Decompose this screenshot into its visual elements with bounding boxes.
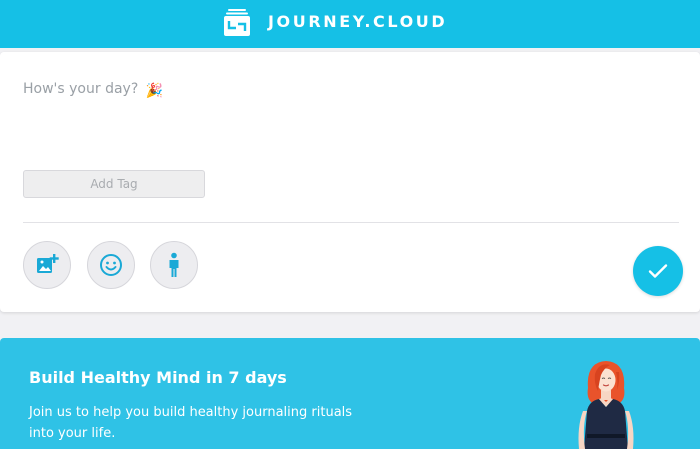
person-icon bbox=[169, 252, 179, 277]
add-photo-button[interactable] bbox=[23, 241, 71, 289]
add-tag-button[interactable]: Add Tag bbox=[23, 170, 205, 198]
activity-button[interactable] bbox=[150, 241, 198, 289]
journey-logo-icon bbox=[224, 9, 250, 36]
image-plus-icon bbox=[37, 254, 59, 273]
promo-banner[interactable]: Build Healthy Mind in 7 days Join us to … bbox=[0, 338, 700, 449]
divider bbox=[23, 222, 679, 223]
entry-text-input[interactable]: How's your day? 🎉 bbox=[23, 79, 163, 101]
top-bar: JOURNEY.CLOUD bbox=[0, 0, 700, 48]
entry-composer: How's your day? 🎉 Add Tag bbox=[0, 52, 700, 312]
mood-button[interactable] bbox=[87, 241, 135, 289]
brand[interactable]: JOURNEY.CLOUD bbox=[224, 8, 447, 36]
brand-name: JOURNEY.CLOUD bbox=[268, 12, 448, 31]
promo-title: Build Healthy Mind in 7 days bbox=[29, 368, 287, 387]
party-popper-icon: 🎉 bbox=[145, 83, 164, 99]
entry-placeholder: How's your day? bbox=[23, 81, 139, 97]
promo-description: Join us to help you build healthy journa… bbox=[29, 405, 353, 441]
smiley-icon bbox=[100, 254, 122, 276]
checkmark-icon bbox=[648, 264, 668, 278]
woman-illustration bbox=[578, 361, 634, 449]
save-entry-button[interactable] bbox=[633, 246, 683, 296]
